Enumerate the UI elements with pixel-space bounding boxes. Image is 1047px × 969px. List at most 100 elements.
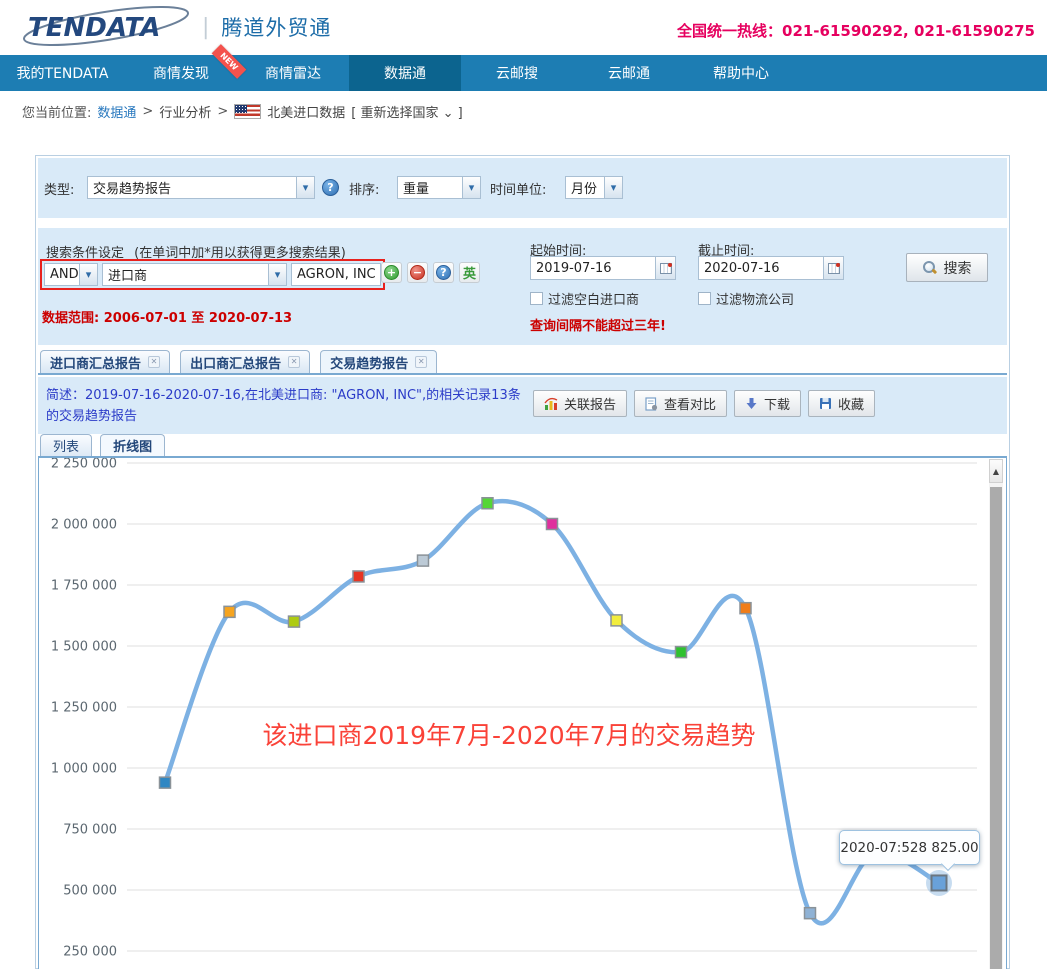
start-date-input[interactable]: 2019-07-16 [530,256,676,280]
chart-annotation: 该进口商2019年7月-2020年7月的交易趋势 [189,716,829,752]
download-button[interactable]: 下载 [734,390,801,417]
brand-name: 腾道外贸通 [221,12,331,42]
calendar-button[interactable] [823,257,843,279]
data-point[interactable] [611,615,622,626]
calendar-icon [660,263,672,274]
bar-chart-icon [544,397,558,411]
sort-select[interactable]: 重量 [397,176,481,199]
tab-trade-trend[interactable]: 交易趋势报告 [320,350,437,373]
data-point[interactable] [676,647,687,658]
scroll-up-icon[interactable] [989,459,1003,483]
nav-datatong[interactable]: 数据通 [349,55,461,91]
help-icon [436,265,451,280]
y-axis-tick-label: 1 750 000 [51,579,117,594]
download-arrow-icon [745,397,758,410]
data-point-selected[interactable] [932,875,947,890]
nav-discovery[interactable]: 商情发现 NEW [125,55,237,91]
breadcrumb-sep: > [217,104,228,119]
data-point[interactable] [805,908,816,919]
chevron-down-icon[interactable] [268,264,286,285]
view-compare-button[interactable]: 查看对比 [634,390,727,417]
nav-help-center[interactable]: 帮助中心 [685,55,797,91]
filter-blank-importer-option: 过滤空白进口商 [530,289,639,308]
data-point[interactable] [224,606,235,617]
breadcrumb-link-datatong[interactable]: 数据通 [97,102,136,121]
minus-icon [410,265,425,280]
breadcrumb-prefix: 您当前位置: [22,102,91,121]
chart-scrollbar[interactable] [989,459,1003,969]
help-icon[interactable] [322,179,339,196]
close-icon[interactable] [148,356,160,368]
query-interval-warning: 查询间隔不能超过三年! [530,315,666,334]
nav-my-tendata[interactable]: 我的TENDATA [0,55,125,91]
favorite-button[interactable]: 收藏 [808,390,875,417]
calendar-button[interactable] [655,257,675,279]
search-icon [923,261,936,274]
chevron-down-icon[interactable] [462,177,480,198]
scrollbar-thumb[interactable] [990,487,1002,969]
data-point[interactable] [547,519,558,530]
main-container: 类型: 交易趋势报告 排序: 重量 时间单位: 月份 搜索条件设定 (在单词中加… [35,155,1010,969]
close-icon[interactable] [415,356,427,368]
report-toolbar: 关联报告 查看对比 下载 [533,390,875,417]
hotline: 全国统一热线：021-61590292, 021-61590275 [677,20,1035,41]
end-date-input[interactable]: 2020-07-16 [698,256,844,280]
remove-condition-button[interactable] [407,262,428,283]
tab-list-view[interactable]: 列表 [40,434,92,456]
tab-importer-summary[interactable]: 进口商汇总报告 [40,350,170,373]
y-axis-tick-label: 750 000 [63,823,117,838]
chevron-down-icon[interactable] [604,177,622,198]
filter-blank-checkbox[interactable] [530,292,543,305]
trend-line [165,501,939,923]
reselect-country-dropdown[interactable]: [ 重新选择国家 ⌄ ] [351,102,462,121]
y-axis-tick-label: 500 000 [63,884,117,899]
keyword-input[interactable]: AGRON, INC [291,263,381,286]
summary-text: 简述：2019-07-16-2020-07-16,在北美进口商: "AGRON,… [46,385,533,427]
plus-icon [384,265,399,280]
nav-cloud-mail[interactable]: 云邮通 [573,55,685,91]
y-axis-tick-label: 1 000 000 [51,762,117,777]
brand-divider: | [202,15,209,40]
time-unit-select[interactable]: 月份 [565,176,623,199]
operator-select[interactable]: AND [44,263,98,286]
data-point[interactable] [740,603,751,614]
logo[interactable]: TENDATA | 腾道外贸通 [20,6,331,48]
main-nav: 我的TENDATA 商情发现 NEW 商情雷达 数据通 云邮搜 云邮通 帮助中心 [0,55,1047,91]
condition-help-button[interactable] [433,262,454,283]
y-axis-tick-label: 250 000 [63,945,117,960]
nav-radar[interactable]: 商情雷达 [237,55,349,91]
data-point[interactable] [160,777,171,788]
nav-cloud-mail-search[interactable]: 云邮搜 [461,55,573,91]
page: TENDATA | 腾道外贸通 全国统一热线：021-61590292, 021… [0,0,1047,969]
data-point[interactable] [418,555,429,566]
document-icon [645,397,658,411]
data-point[interactable] [482,498,493,509]
chevron-down-icon[interactable] [79,264,97,285]
data-point[interactable] [353,571,364,582]
close-icon[interactable] [288,356,300,368]
chevron-down-icon[interactable] [296,177,314,198]
filter-logistics-checkbox[interactable] [698,292,711,305]
search-button[interactable]: 搜索 [906,253,988,282]
language-toggle-button[interactable]: 英 [459,262,480,283]
report-type-select[interactable]: 交易趋势报告 [87,176,315,199]
tab-exporter-summary[interactable]: 出口商汇总报告 [180,350,310,373]
time-unit-label: 时间单位: [490,179,546,198]
y-axis-tick-label: 1 500 000 [51,640,117,655]
field-select[interactable]: 进口商 [102,263,287,286]
y-axis-tick-label: 2 000 000 [51,518,117,533]
filter-logistics-option: 过滤物流公司 [698,289,794,308]
add-condition-button[interactable] [381,262,402,283]
summary-band: 简述：2019-07-16-2020-07-16,在北美进口商: "AGRON,… [38,377,1007,434]
tab-line-chart-view[interactable]: 折线图 [100,434,165,456]
svg-text:TENDATA: TENDATA [28,13,160,43]
related-report-button[interactable]: 关联报告 [533,390,627,417]
search-band: 搜索条件设定 (在单词中加*用以获得更多搜索结果) AND 进口商 AGRON,… [38,228,1007,345]
sort-label: 排序: [349,179,379,198]
search-condition-row-highlight: AND 进口商 AGRON, INC [40,259,385,290]
y-axis-tick-label: 2 250 000 [51,458,117,472]
breadcrumb: 您当前位置: 数据通 > 行业分析 > 北美进口数据 [ 重新选择国家 ⌄ ] [22,102,463,121]
data-point[interactable] [289,616,300,627]
header: TENDATA | 腾道外贸通 全国统一热线：021-61590292, 021… [0,0,1047,55]
us-flag-icon [234,104,261,119]
